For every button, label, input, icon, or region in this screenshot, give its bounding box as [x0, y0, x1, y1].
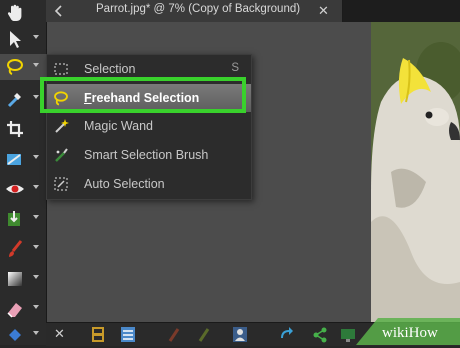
chevron-down-icon[interactable]: [33, 155, 39, 159]
wikihow-watermark: wikiHow: [356, 318, 460, 345]
arrow-pointer-icon: [10, 31, 21, 48]
auto-selection-icon: [54, 177, 68, 191]
makeover-icon: [8, 211, 20, 226]
selection-tools-flyout: Selection S Freehand Selection Magic Wan…: [46, 54, 252, 200]
close-icon[interactable]: ✕: [318, 4, 330, 18]
watermark-text: wikiHow: [382, 325, 438, 341]
display-icon[interactable]: [340, 326, 356, 343]
eye-icon: [6, 185, 24, 193]
user-icon[interactable]: [232, 326, 248, 343]
chevron-down-icon[interactable]: [33, 245, 39, 249]
mnemonic-letter: F: [84, 91, 92, 105]
tools-toolbar: [0, 0, 47, 345]
layers-panel-icon[interactable]: [120, 326, 136, 343]
menu-item-label: Magic Wand: [84, 119, 154, 133]
menu-item-label: Freehand Selection: [84, 91, 199, 105]
selection-tool[interactable]: [0, 54, 46, 80]
straighten-icon: [7, 154, 21, 165]
parrot-image: [371, 22, 460, 322]
dropper-tool[interactable]: [0, 86, 46, 112]
hand-icon: [7, 4, 22, 21]
filmstrip-icon[interactable]: [90, 326, 106, 343]
chevron-down-icon[interactable]: [33, 305, 39, 309]
pick-tool[interactable]: [0, 26, 46, 52]
chevron-down-icon[interactable]: [33, 35, 39, 39]
chevron-down-icon[interactable]: [33, 275, 39, 279]
paintbrush-icon: [9, 240, 23, 257]
magic-wand-icon: [55, 119, 69, 133]
smart-brush-icon: [55, 148, 68, 162]
brush-tool[interactable]: [0, 236, 46, 262]
parrot-photo[interactable]: [371, 22, 460, 322]
crop-icon: [7, 121, 23, 137]
menu-item-label: Selection: [84, 62, 136, 76]
brush-presets-icon[interactable]: [166, 326, 182, 343]
lasso-icon: [7, 59, 23, 75]
menu-item-freehand-selection[interactable]: Freehand Selection: [47, 84, 251, 112]
menu-item-magic-wand[interactable]: Magic Wand: [47, 112, 251, 140]
menu-item-smart-selection-brush[interactable]: Smart Selection Brush: [47, 141, 251, 169]
document-tab-title: Parrot.jpg* @ 7% (Copy of Background): [96, 3, 301, 15]
chevron-down-icon[interactable]: [33, 95, 39, 99]
rotate-icon[interactable]: [278, 326, 294, 343]
gradient-tool[interactable]: [0, 266, 46, 292]
document-tab[interactable]: Parrot.jpg* @ 7% (Copy of Background) ✕: [46, 0, 343, 22]
pan-tool[interactable]: [0, 0, 46, 26]
color-icon[interactable]: [196, 326, 212, 343]
chevron-down-icon[interactable]: [33, 331, 39, 335]
menu-item-label: Auto Selection: [84, 177, 165, 191]
chevron-down-icon[interactable]: [33, 63, 39, 67]
eraser-tool[interactable]: [0, 296, 46, 322]
straighten-tool[interactable]: [0, 146, 46, 172]
paint-bucket-icon: [9, 329, 21, 341]
menu-item-selection[interactable]: Selection S: [47, 55, 251, 83]
crop-tool[interactable]: [0, 116, 46, 142]
fill-tool[interactable]: [0, 322, 46, 348]
red-eye-tool[interactable]: [0, 176, 46, 202]
lasso-icon: [54, 91, 68, 106]
menu-item-label: Smart Selection Brush: [84, 148, 209, 162]
document-tab-bar: Parrot.jpg* @ 7% (Copy of Background) ✕: [46, 0, 460, 22]
label-rest: reehand Selection: [91, 91, 200, 105]
chevron-down-icon[interactable]: [33, 215, 39, 219]
close-icon[interactable]: ✕: [54, 326, 65, 342]
chevron-down-icon[interactable]: [33, 185, 39, 189]
eraser-icon: [7, 303, 22, 318]
gradient-icon: [8, 272, 22, 286]
shortcut-key: S: [231, 62, 239, 74]
chevron-left-icon[interactable]: [54, 5, 64, 17]
share-icon[interactable]: [312, 326, 328, 343]
rectangle-marquee-icon: [54, 63, 68, 75]
eyedropper-icon: [7, 93, 21, 108]
makeover-tool[interactable]: [0, 206, 46, 232]
menu-item-auto-selection[interactable]: Auto Selection: [47, 170, 251, 198]
